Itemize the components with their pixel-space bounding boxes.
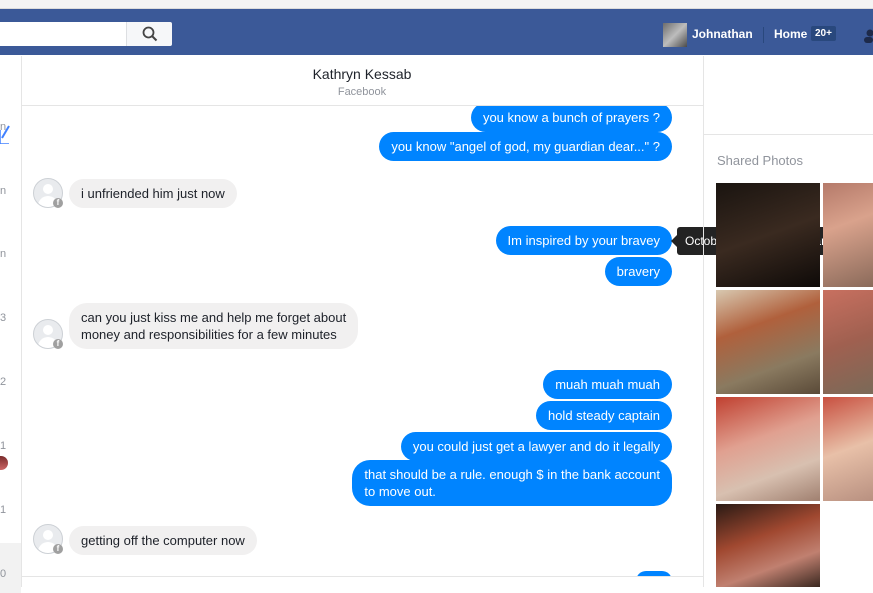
nav-separator (763, 27, 764, 43)
home-notification-badge: 20+ (811, 26, 836, 41)
facebook-badge-icon: f (53, 339, 63, 349)
conversation-list-column: n n n 3 2 1 1 0 (0, 56, 22, 587)
outgoing-message[interactable]: Im inspired by your bravey (496, 226, 672, 255)
shared-photo[interactable] (823, 290, 873, 394)
incoming-message[interactable]: can you just kiss me and help me forget … (69, 303, 358, 349)
profile-avatar[interactable] (663, 23, 687, 47)
shared-photo[interactable] (716, 183, 820, 287)
shared-photo[interactable] (823, 183, 873, 287)
conversation-item-snippet[interactable]: n (0, 121, 6, 133)
conversation-subtitle: Facebook (21, 86, 703, 98)
conversation-avatar[interactable] (0, 456, 8, 470)
outgoing-message[interactable]: you know "angel of god, my guardian dear… (379, 132, 672, 161)
panel-divider (704, 134, 873, 135)
conversation-item-snippet[interactable]: 0 (0, 568, 6, 580)
search-icon (142, 26, 158, 42)
conversation-item-snippet[interactable]: 1 (0, 504, 6, 516)
message-line: can you just kiss me and help me forget … (81, 309, 346, 326)
search-button[interactable] (126, 22, 172, 46)
outgoing-message[interactable]: hold steady captain (536, 401, 672, 430)
shared-photo[interactable] (823, 397, 873, 501)
conversation-title[interactable]: Kathryn Kessab (21, 66, 703, 82)
outgoing-message[interactable]: you could just get a lawyer and do it le… (401, 432, 672, 461)
outgoing-message[interactable]: that should be a rule. enough $ in the b… (352, 460, 672, 506)
conversation-info-panel: Shared Photos (703, 56, 873, 587)
shared-photos-heading: Shared Photos (717, 153, 803, 168)
outgoing-message[interactable]: you know a bunch of prayers ? (471, 106, 672, 132)
friend-requests-icon[interactable] (864, 29, 873, 43)
profile-name-link[interactable]: Johnathan (692, 27, 753, 41)
conversation-item-snippet[interactable]: 1 (0, 440, 6, 452)
incoming-message[interactable]: i unfriended him just now (69, 179, 237, 208)
conversation-item-snippet[interactable]: n (0, 248, 6, 260)
conversation-header: Kathryn Kessab Facebook (21, 56, 703, 106)
outgoing-message[interactable]: bravery (605, 257, 672, 286)
shared-photo[interactable] (716, 290, 820, 394)
conversation-item-snippet[interactable]: 2 (0, 376, 6, 388)
shared-photo[interactable] (716, 504, 820, 587)
message-line: that should be a rule. enough $ in the b… (364, 466, 660, 483)
facebook-badge-icon: f (53, 544, 63, 554)
facebook-badge-icon: f (53, 198, 63, 208)
incoming-message[interactable]: getting off the computer now (69, 526, 257, 555)
home-link[interactable]: Home (774, 27, 807, 41)
top-navigation-bar: Johnathan Home 20+ (0, 9, 873, 55)
message-line: money and responsibilities for a few min… (81, 326, 346, 343)
message-line: to move out. (364, 483, 660, 500)
message-thread[interactable]: you know a bunch of prayers ? you know "… (21, 106, 703, 576)
shared-photo[interactable] (716, 397, 820, 501)
conversation-item-snippet[interactable]: n (0, 185, 6, 197)
conversation-item-snippet[interactable]: 3 (0, 312, 6, 324)
composer-divider (21, 576, 703, 577)
browser-top-strip (0, 0, 873, 9)
outgoing-message[interactable]: muah muah muah (543, 370, 672, 399)
